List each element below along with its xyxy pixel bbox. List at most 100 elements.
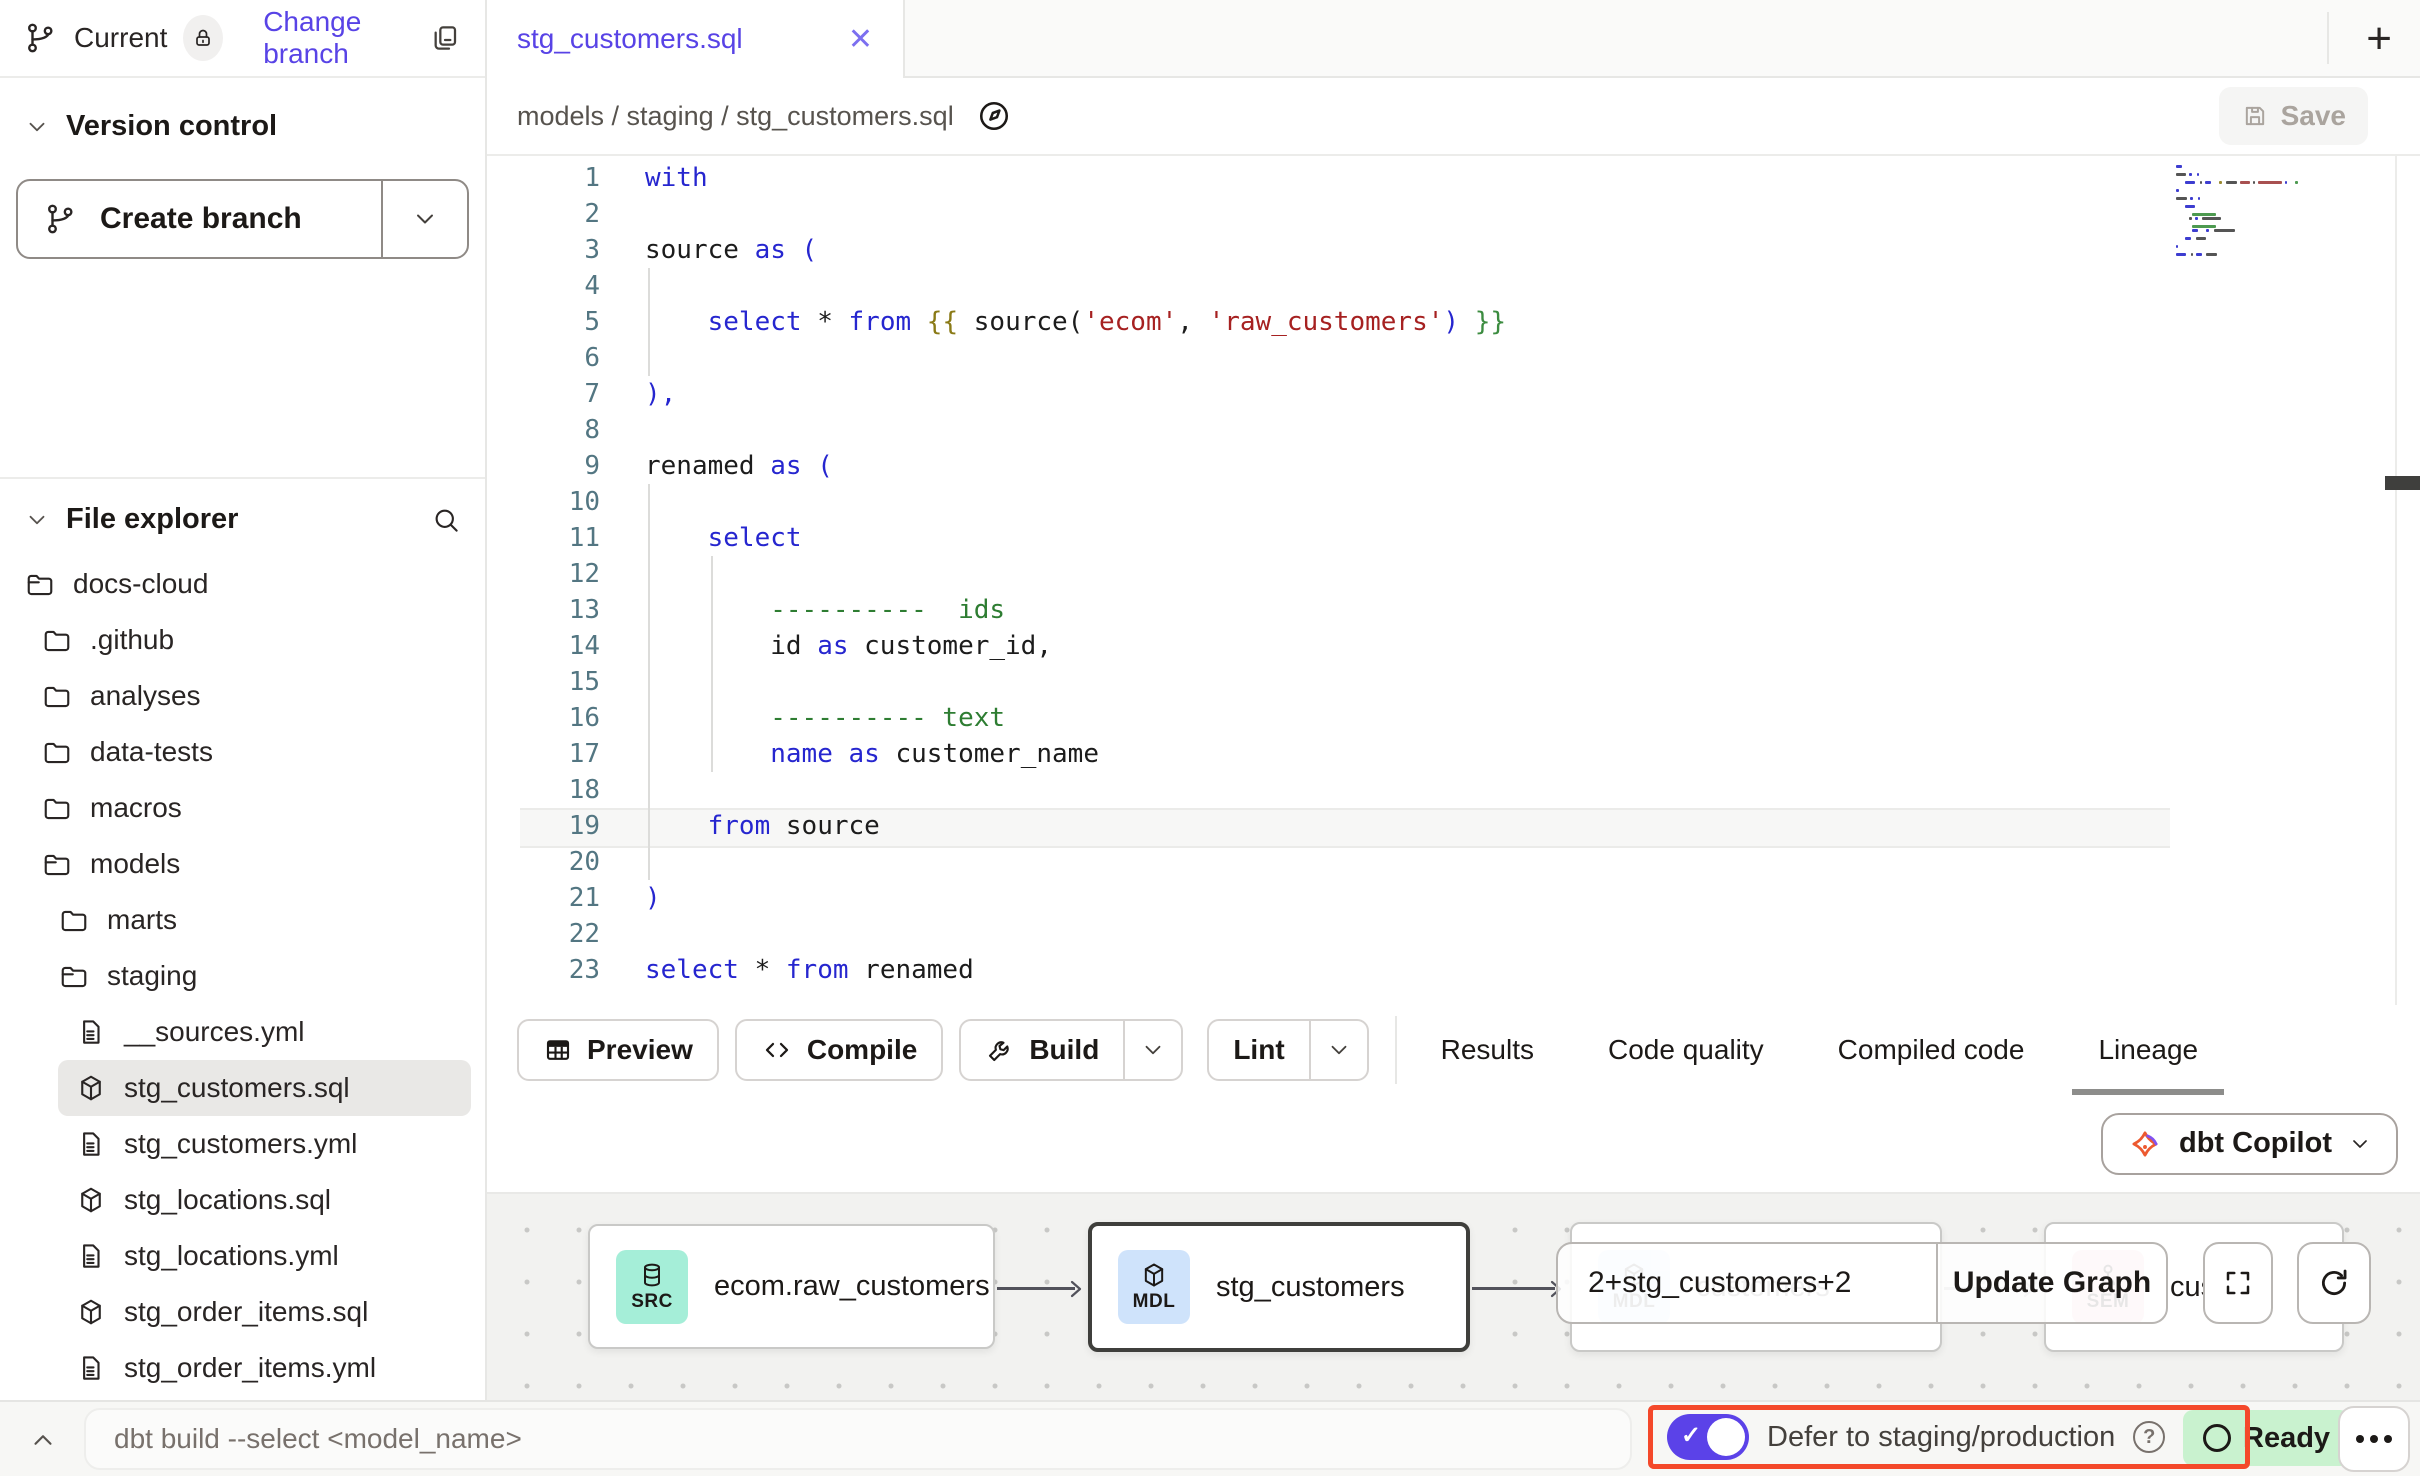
file-item[interactable]: stg_order_items.sql	[0, 1284, 485, 1340]
lineage-canvas[interactable]: SRC ecom.raw_customers MDL stg_customers	[487, 1192, 2420, 1402]
version-control-header[interactable]: Version control	[0, 110, 485, 143]
divider	[2395, 156, 2397, 1005]
line-number: 16	[487, 700, 600, 736]
new-tab-button[interactable]: +	[2366, 0, 2392, 78]
create-branch-main[interactable]: Create branch	[18, 181, 381, 257]
minimap[interactable]	[2176, 164, 2396, 264]
lineage-node-stg-customers[interactable]: MDL stg_customers	[1088, 1222, 1470, 1352]
save-icon	[2241, 102, 2269, 130]
fullscreen-button[interactable]	[2203, 1242, 2273, 1324]
code-line[interactable]: 20	[487, 844, 2420, 880]
code-line[interactable]: 3source as (	[487, 232, 2420, 268]
file-item[interactable]: .github	[0, 612, 485, 668]
file-item[interactable]: macros	[0, 780, 485, 836]
compile-button[interactable]: Compile	[735, 1019, 943, 1081]
build-dropdown[interactable]	[1125, 1021, 1181, 1079]
line-number: 15	[487, 664, 600, 700]
help-icon[interactable]: ?	[2133, 1421, 2165, 1453]
copy-icon[interactable]	[429, 22, 461, 54]
compass-icon[interactable]	[976, 98, 1012, 134]
preview-button[interactable]: Preview	[517, 1019, 719, 1081]
file-item[interactable]: staging	[0, 948, 485, 1004]
code-text: with	[645, 160, 708, 196]
dbt-copilot-button[interactable]: dbt Copilot	[2101, 1113, 2398, 1175]
code-line[interactable]: 18	[487, 772, 2420, 808]
code-line[interactable]: 21)	[487, 880, 2420, 916]
file-explorer-header[interactable]: File explorer	[0, 479, 485, 556]
line-number: 12	[487, 556, 600, 592]
scrollbar-mark[interactable]	[2385, 476, 2420, 490]
update-graph-button[interactable]: Update Graph	[1938, 1244, 2166, 1322]
line-number: 21	[487, 880, 600, 916]
tab-code-quality[interactable]: Code quality	[1608, 1005, 1764, 1095]
create-branch-button[interactable]: Create branch	[16, 179, 469, 259]
file-item[interactable]: stg_customers.sql	[58, 1060, 471, 1116]
file-item[interactable]: __sources.yml	[0, 1004, 485, 1060]
code-line[interactable]: 7),	[487, 376, 2420, 412]
code-line[interactable]: 15	[487, 664, 2420, 700]
command-input[interactable]: dbt build --select <model_name>	[84, 1408, 1632, 1470]
file-item[interactable]: stg_order_items.yml	[0, 1340, 485, 1396]
tab-compiled-code[interactable]: Compiled code	[1838, 1005, 2025, 1095]
change-branch-link[interactable]: Change branch	[263, 6, 429, 70]
code-line[interactable]: 1with	[487, 160, 2420, 196]
file-item[interactable]: stg_customers.yml	[0, 1116, 485, 1172]
code-line[interactable]: 19 from source	[487, 808, 2420, 844]
dbt-cloud-ide: Current Change branch Version control Cr…	[0, 0, 2420, 1476]
refresh-button[interactable]	[2297, 1242, 2371, 1324]
file-item-label: analyses	[90, 680, 201, 712]
code-line[interactable]: 8	[487, 412, 2420, 448]
code-line[interactable]: 9renamed as (	[487, 448, 2420, 484]
file-item[interactable]: marts	[0, 892, 485, 948]
code-editor[interactable]: 1with23source as (45 select * from {{ so…	[487, 156, 2420, 1005]
graph-selector-bar: 2+stg_customers+2 Update Graph	[1556, 1242, 2168, 1324]
dbt-logo-icon	[2127, 1126, 2163, 1162]
tab-stg-customers-sql[interactable]: stg_customers.sql ✕	[487, 0, 905, 78]
code-line[interactable]: 22	[487, 916, 2420, 952]
file-item[interactable]: docs-cloud	[0, 556, 485, 612]
file-item[interactable]: analyses	[0, 668, 485, 724]
command-placeholder: dbt build --select <model_name>	[114, 1423, 522, 1455]
code-line[interactable]: 11 select	[487, 520, 2420, 556]
code-line[interactable]: 12	[487, 556, 2420, 592]
code-line[interactable]: 14 id as customer_id,	[487, 628, 2420, 664]
file-item[interactable]: stg_locations.sql	[0, 1172, 485, 1228]
build-button[interactable]: Build	[959, 1019, 1183, 1081]
file-item[interactable]: models	[0, 836, 485, 892]
chevron-down-icon	[1326, 1037, 1352, 1063]
sidebar: Current Change branch Version control Cr…	[0, 0, 487, 1400]
lint-dropdown[interactable]	[1311, 1021, 1367, 1079]
chevron-up-icon[interactable]	[28, 1402, 58, 1476]
defer-toggle[interactable]: ✓	[1667, 1414, 1749, 1460]
create-branch-dropdown[interactable]	[383, 181, 467, 257]
code-line[interactable]: 16 ---------- text	[487, 700, 2420, 736]
file-item-label: macros	[90, 792, 182, 824]
code-line[interactable]: 6	[487, 340, 2420, 376]
file-item[interactable]: data-tests	[0, 724, 485, 780]
code-line[interactable]: 17 name as customer_name	[487, 736, 2420, 772]
code-line[interactable]: 10	[487, 484, 2420, 520]
graph-selector-input[interactable]: 2+stg_customers+2	[1558, 1244, 1936, 1322]
search-icon[interactable]	[431, 505, 461, 535]
tab-lineage[interactable]: Lineage	[2098, 1005, 2198, 1095]
code-line[interactable]: 2	[487, 196, 2420, 232]
tab-results[interactable]: Results	[1441, 1005, 1534, 1095]
code-line[interactable]: 23select * from renamed	[487, 952, 2420, 988]
line-number: 10	[487, 484, 600, 520]
code-text: )	[645, 880, 661, 916]
code-line[interactable]: 5 select * from {{ source('ecom', 'raw_c…	[487, 304, 2420, 340]
file-item-label: stg_order_items.sql	[124, 1296, 368, 1328]
branch-icon	[24, 21, 58, 55]
code-line[interactable]: 4	[487, 268, 2420, 304]
line-number: 9	[487, 448, 600, 484]
lineage-node-source[interactable]: SRC ecom.raw_customers	[588, 1224, 995, 1349]
build-label: Build	[1029, 1034, 1099, 1066]
file-item[interactable]: stg_locations.yml	[0, 1228, 485, 1284]
close-icon[interactable]: ✕	[848, 22, 873, 57]
more-options-button[interactable]	[2338, 1406, 2410, 1472]
lint-button[interactable]: Lint	[1207, 1019, 1368, 1081]
database-icon	[638, 1261, 666, 1289]
model-icon	[76, 1297, 106, 1327]
save-button[interactable]: Save	[2219, 87, 2368, 145]
code-line[interactable]: 13 ---------- ids	[487, 592, 2420, 628]
